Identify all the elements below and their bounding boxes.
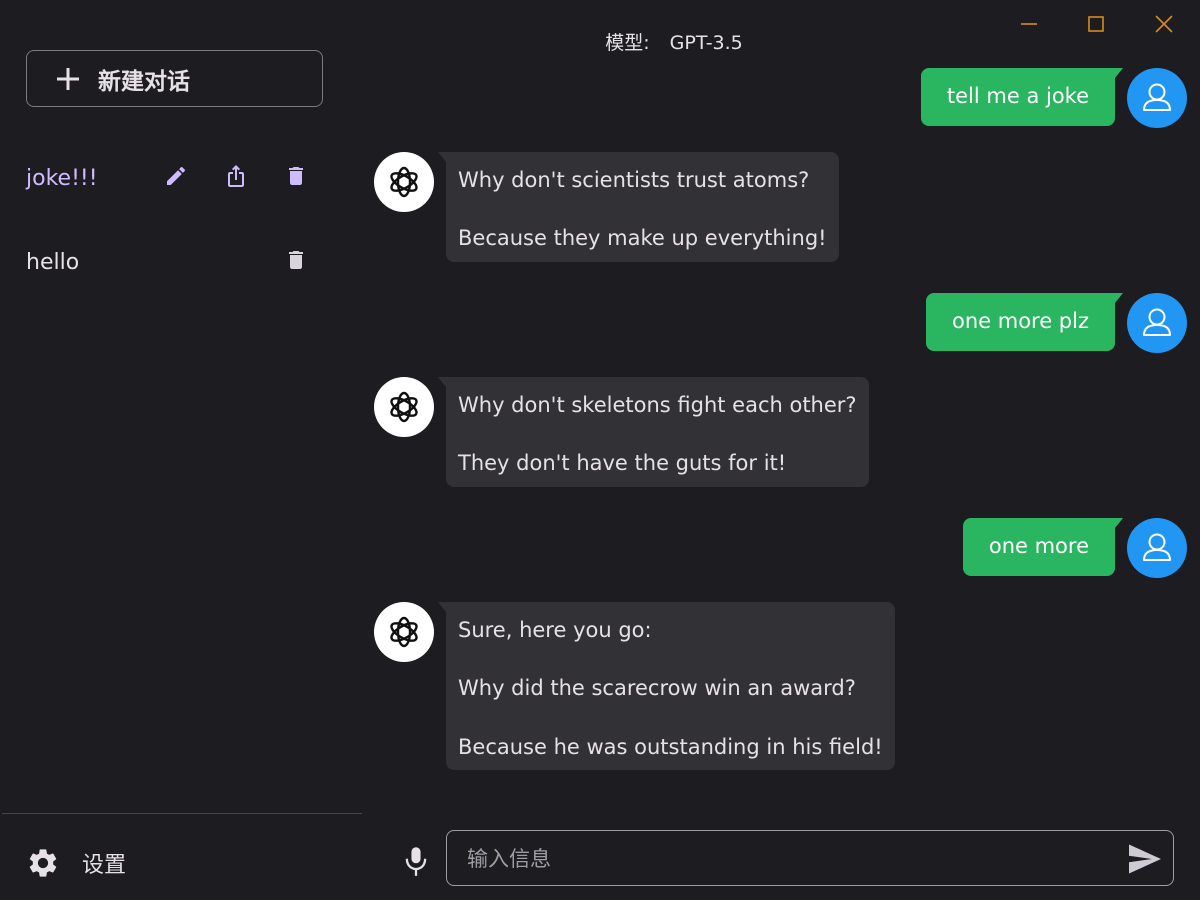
microphone-icon [405,847,427,876]
message-line: Sure, here you go: [458,618,652,642]
user-icon [1143,308,1171,336]
assistant-message: Sure, here you go: Why did the scarecrow… [438,602,895,771]
conversation-title: hello [26,249,80,275]
user-message: tell me a joke [920,68,1124,126]
model-value: GPT-3.5 [669,32,743,54]
pencil-icon [167,166,186,185]
user-avatar [1127,518,1187,578]
user-message: one more [962,518,1124,576]
new-chat-label: 新建对话 [98,68,190,95]
message-line: Because he was outstanding in his field! [458,734,883,759]
message-line: They don't have the guts for it! [458,451,787,476]
conversation-title: joke!!! [26,165,98,191]
gear-icon [29,849,57,877]
conversation-item-hello[interactable]: hello [26,242,326,282]
message-text: tell me a joke [946,84,1089,109]
user-avatar [1127,68,1187,128]
assistant-message: Why don't skeletons fight each other? Th… [438,377,869,487]
message-line: Why did the scarecrow win an award? [458,676,856,701]
user-icon [1143,83,1171,111]
trash-icon [289,251,303,269]
openai-logo-icon [390,166,418,198]
message-text: one more plz [951,309,1089,334]
model-label: 模型: [605,32,650,54]
settings-button[interactable]: 设置 [26,845,126,881]
delete-conversation-button[interactable] [284,164,308,188]
edit-conversation-button[interactable] [164,164,188,188]
message-input[interactable] [465,831,1109,886]
microphone-button[interactable] [402,845,430,877]
plus-icon [57,67,79,90]
trash-icon [289,167,303,185]
sidebar: 新建对话 joke!!! hello 设置 [0,0,362,900]
message-text: one more [988,534,1089,559]
openai-logo-icon [390,391,418,423]
share-conversation-button[interactable] [224,164,248,188]
sidebar-divider [2,813,362,814]
settings-label: 设置 [82,853,127,878]
user-message: one more plz [925,293,1124,351]
share-icon [228,165,244,187]
send-icon [1129,844,1161,874]
message-line: Because they make up everything! [458,226,827,251]
assistant-avatar [374,152,434,212]
message-line: Why don't scientists trust atoms? [458,168,810,192]
send-button[interactable] [1127,843,1163,875]
message-input-container [446,830,1174,886]
user-avatar [1127,293,1187,353]
user-icon [1143,533,1171,561]
new-chat-button[interactable]: 新建对话 [26,50,323,107]
model-indicator: 模型: GPT-3.5 [0,28,1200,55]
assistant-avatar [374,602,434,662]
assistant-avatar [374,377,434,437]
delete-conversation-button[interactable] [284,248,308,272]
message-line: Why don't skeletons fight each other? [458,393,857,417]
openai-logo-icon [390,616,418,648]
assistant-message: Why don't scientists trust atoms? Becaus… [438,152,839,262]
